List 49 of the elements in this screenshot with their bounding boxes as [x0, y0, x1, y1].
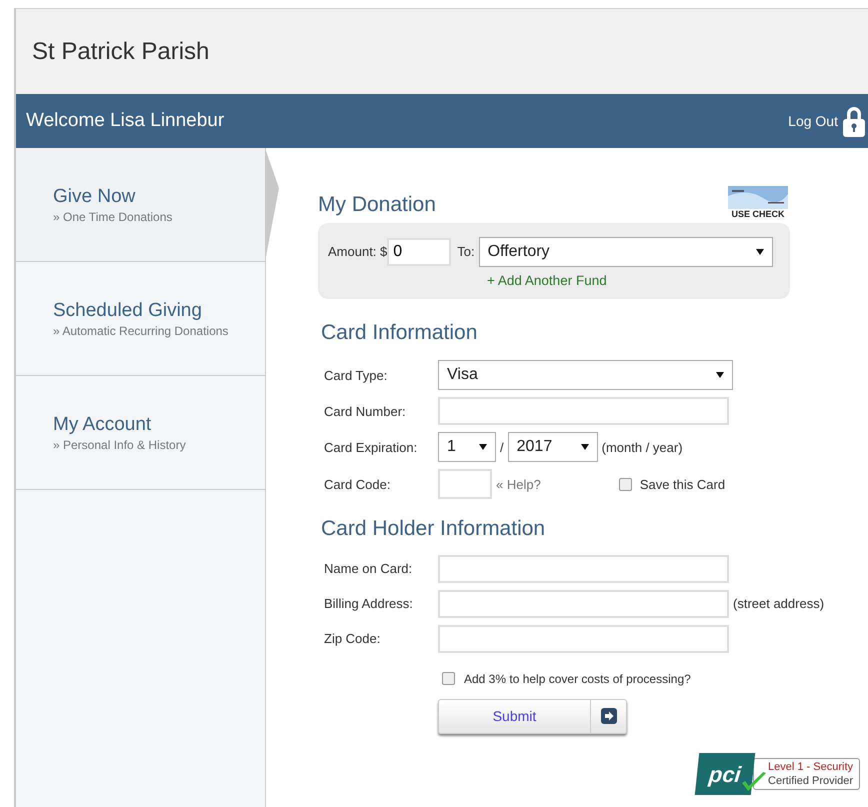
checkbox-label: Save this Card — [640, 476, 726, 494]
site-title: St Patrick Parish — [32, 36, 210, 66]
field-label: Zip Code: — [324, 630, 382, 648]
checkbox-label: Add 3% to help cover costs of processing? — [464, 670, 691, 688]
text-field[interactable] — [438, 624, 729, 653]
section-heading: Card Holder Information — [321, 516, 546, 542]
use-check-button[interactable]: USE CHECK — [728, 186, 788, 219]
sidebar-item-subtitle: » One Time Donations — [53, 209, 174, 226]
card-type-select[interactable]: Visa — [438, 360, 733, 390]
caret-icon — [479, 444, 487, 450]
caret-icon — [716, 372, 724, 378]
text-field[interactable] — [438, 590, 729, 618]
to-label: To: — [457, 242, 475, 261]
badge-text: Level 1 - Security — [768, 760, 853, 774]
sidebar-item-subtitle: » Automatic Recurring Donations — [53, 323, 230, 340]
field-label: Card Type: — [324, 366, 388, 385]
separator-text: / — [500, 438, 504, 456]
sidebar-item-title: Give Now — [53, 186, 136, 208]
check-icon — [728, 186, 788, 209]
caret-icon — [756, 248, 764, 254]
logout-link[interactable]: Log Out — [788, 110, 838, 132]
sidebar-item-title: My Account — [53, 414, 152, 436]
submit-button[interactable]: Submit — [438, 698, 627, 734]
amount-field[interactable]: 0 — [387, 238, 452, 266]
field-label: Card Expiration: — [324, 438, 418, 457]
field-label: Billing Address: — [324, 595, 414, 613]
field-label: Name on Card: — [324, 560, 414, 578]
welcome-text: Welcome Lisa Linnebur — [26, 108, 224, 133]
fund-select[interactable]: Offertory — [478, 236, 773, 266]
month-select[interactable]: 1 — [438, 432, 496, 462]
card-number-field[interactable] — [438, 397, 729, 426]
field-label: Card Number: — [324, 402, 407, 420]
caret-icon — [580, 444, 589, 450]
add-fund-link[interactable]: + Add Another Fund — [487, 270, 790, 291]
section-heading: My Donation — [318, 192, 436, 218]
hint-text: (month / year) — [602, 438, 683, 457]
help-link[interactable]: « Help? — [496, 474, 541, 494]
amount-label: Amount: $ — [328, 242, 388, 261]
save-card-checkbox[interactable] — [618, 478, 632, 491]
sidebar-item-subtitle: » Personal Info & History — [53, 437, 187, 454]
sidebar-item-title: Scheduled Giving — [53, 300, 203, 322]
card-code-field[interactable] — [438, 469, 492, 500]
field-label: Card Code: — [324, 476, 392, 494]
text-field[interactable] — [438, 554, 729, 583]
year-select[interactable]: 2017 — [508, 432, 598, 462]
fee-checkbox[interactable] — [442, 672, 455, 686]
section-heading: Card Information — [321, 320, 478, 346]
hint-text: (street address) — [733, 595, 824, 613]
badge-text: Certified Provider — [768, 774, 853, 788]
